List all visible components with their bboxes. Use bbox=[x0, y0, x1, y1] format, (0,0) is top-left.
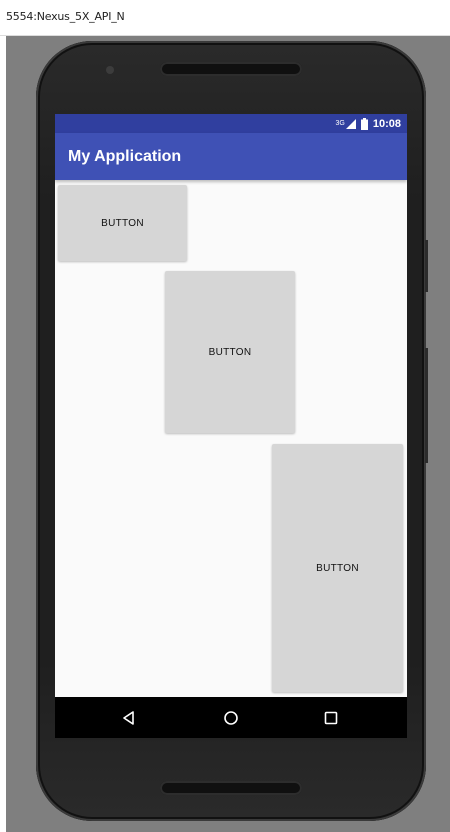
app-title: My Application bbox=[68, 148, 182, 165]
recents-icon bbox=[324, 711, 338, 724]
status-clock: 10:08 bbox=[372, 117, 401, 130]
back-icon bbox=[123, 710, 134, 725]
battery-icon bbox=[360, 117, 368, 130]
status-icons: 3G 10:08 bbox=[336, 116, 401, 131]
nav-recents-button[interactable] bbox=[301, 697, 361, 738]
earpiece-speaker bbox=[160, 62, 302, 76]
bottom-speaker bbox=[160, 781, 302, 795]
app-toolbar: My Application bbox=[55, 133, 407, 180]
button-2[interactable]: BUTTON bbox=[165, 271, 295, 433]
front-camera bbox=[106, 66, 114, 74]
home-icon bbox=[224, 710, 238, 725]
volume-button[interactable] bbox=[425, 348, 428, 463]
power-button[interactable] bbox=[425, 240, 428, 292]
status-bar: 3G 10:08 bbox=[55, 114, 407, 133]
window-title: 5554:Nexus_5X_API_N bbox=[6, 10, 125, 23]
button-1[interactable]: BUTTON bbox=[58, 185, 187, 261]
emulator-window-titlebar[interactable]: 5554:Nexus_5X_API_N bbox=[0, 0, 450, 36]
nav-home-button[interactable] bbox=[201, 697, 261, 738]
device-screen: 3G 10:08 My Application BUTTON BUTTON BU… bbox=[55, 114, 407, 738]
navigation-bar bbox=[55, 697, 407, 738]
signal-icon bbox=[345, 118, 356, 129]
network-type-label: 3G bbox=[335, 120, 345, 127]
button-3[interactable]: BUTTON bbox=[272, 444, 403, 692]
nav-back-button[interactable] bbox=[99, 697, 159, 738]
